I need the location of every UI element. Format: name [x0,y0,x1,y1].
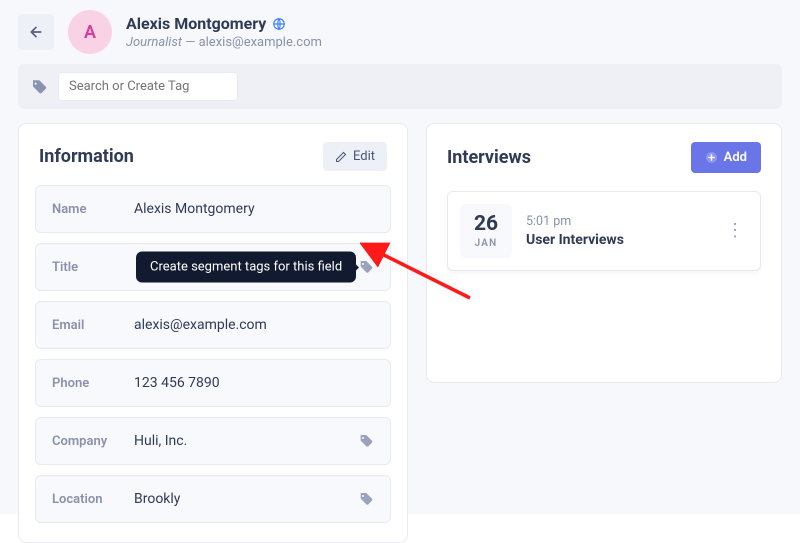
info-row-name: NameAlexis Montgomery [35,185,391,233]
field-value: Huli, Inc. [126,433,350,449]
info-row-email: Emailalexis@example.com [35,301,391,349]
person-name: Alexis Montgomery [126,14,322,33]
edit-button[interactable]: Edit [323,142,387,171]
field-label: Email [36,318,126,333]
interview-time: 5:01 pm [526,214,624,229]
dots-vertical-icon: ⋮ [726,220,744,241]
field-value: 123 456 7890 [126,375,390,391]
tag-icon [358,433,374,449]
arrow-left-icon [28,24,44,40]
page-header: A Alexis Montgomery Journalist — alexis@… [0,0,800,64]
add-label: Add [724,150,747,165]
interviews-card: Interviews Add 26 JAN 5:01 pm User Intervie… [426,123,782,383]
avatar: A [68,10,112,54]
info-row-company: CompanyHuli, Inc. [35,417,391,465]
information-card: Information Edit NameAlexis Montgomery Ti… [18,123,408,543]
person-subtitle: Journalist — alexis@example.com [126,35,322,50]
info-row-title: Title Create segment tags for this field [35,243,391,291]
person-block: Alexis Montgomery Journalist — alexis@ex… [126,14,322,50]
pencil-icon [335,151,347,163]
person-name-text: Alexis Montgomery [126,14,266,33]
create-tag-button[interactable] [350,425,382,457]
field-label: Title [36,260,126,275]
information-title: Information [39,146,134,167]
back-button[interactable] [18,14,54,50]
sep: — [185,35,198,50]
globe-icon [272,17,286,31]
edit-label: Edit [353,149,375,164]
interviews-title: Interviews [447,147,531,168]
info-row-phone: Phone123 456 7890 [35,359,391,407]
field-label: Location [36,492,126,507]
field-label: Phone [36,376,126,391]
date-month: JAN [475,238,498,249]
interview-more-button[interactable]: ⋮ [722,218,748,244]
interview-title: User Interviews [526,232,624,248]
info-row-location: LocationBrookly [35,475,391,523]
field-value: Alexis Montgomery [126,201,390,217]
tag-search-bar [18,64,782,109]
interview-body: 5:01 pm User Interviews [526,214,624,248]
field-label: Name [36,202,126,217]
date-day: 26 [474,213,498,235]
field-label: Company [36,434,126,449]
avatar-initial: A [84,22,96,43]
field-value: alexis@example.com [126,317,390,333]
plus-circle-icon [705,151,718,164]
date-chip: 26 JAN [460,204,512,258]
interview-item[interactable]: 26 JAN 5:01 pm User Interviews ⋮ [447,191,761,271]
tag-search-input[interactable] [58,72,238,101]
add-interview-button[interactable]: Add [691,142,761,173]
field-tag-tooltip: Create segment tags for this field [136,252,356,283]
field-value: Brookly [126,491,350,507]
tag-icon [358,491,374,507]
person-role: Journalist [126,35,182,50]
create-tag-button[interactable] [350,483,382,515]
tag-icon [30,78,48,96]
person-email: alexis@example.com [199,35,322,50]
